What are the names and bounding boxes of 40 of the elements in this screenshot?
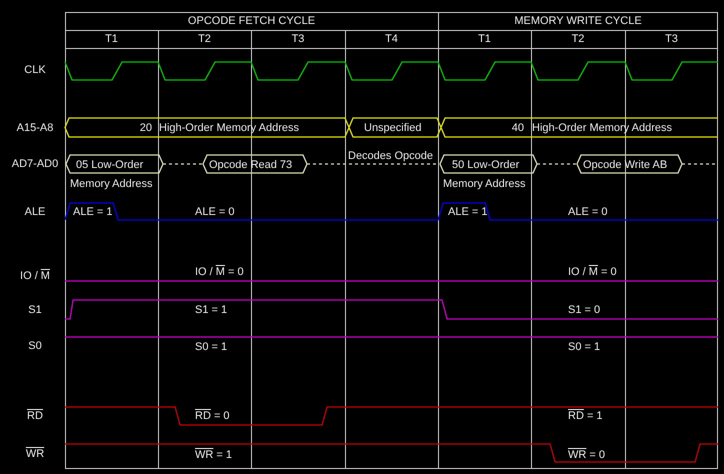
signal-value-label: 05 Low-Order xyxy=(76,158,144,172)
state-label: T3 xyxy=(665,32,678,46)
signal-value-label: IO / M = 0 xyxy=(568,265,617,279)
signal-value-label: IO / M = 0 xyxy=(195,265,244,279)
signal-name: RD xyxy=(27,409,43,423)
signal-value-label: Memory Address xyxy=(443,177,526,191)
signal-value-label: ALE = 1 xyxy=(448,205,488,219)
signal-value-label: ALE = 1 xyxy=(73,205,112,219)
signal-name: CLK xyxy=(24,63,46,77)
state-label: T1 xyxy=(105,32,118,46)
signal-name: IO / M xyxy=(20,269,50,283)
cycle-title: OPCODE FETCH CYCLE xyxy=(188,14,316,28)
signal-value-label: Memory Address xyxy=(70,177,153,191)
signal-value-label: S0 = 1 xyxy=(568,340,600,354)
signal-name: WR xyxy=(26,447,44,461)
signal-value-label: WR = 1 xyxy=(195,448,232,462)
signal-value-label: 40 xyxy=(512,121,524,135)
signal-value-label: 50 Low-Order xyxy=(452,158,520,172)
signal-name: ALE xyxy=(24,205,46,219)
signal-value-label: 20 xyxy=(140,121,152,135)
signal-value-label: ALE = 0 xyxy=(568,205,608,219)
signal-name: S0 xyxy=(28,339,42,353)
state-label: T2 xyxy=(198,32,211,46)
state-label: T1 xyxy=(478,32,491,46)
signal-value-label: Decodes Opcode xyxy=(348,149,433,163)
signal-value-label: S0 = 1 xyxy=(195,340,228,354)
signal-value-label: S1 = 0 xyxy=(568,303,600,317)
signal-name: S1 xyxy=(28,303,42,317)
state-label: T2 xyxy=(572,32,584,46)
signal-value-label: WR = 0 xyxy=(568,448,605,462)
state-label: T3 xyxy=(292,32,304,46)
signal-value-label: ALE = 0 xyxy=(195,205,234,219)
cycle-title: MEMORY WRITE CYCLE xyxy=(514,14,642,28)
signal-value-label: Unspecified xyxy=(364,121,422,135)
signal-value-label: S1 = 1 xyxy=(195,303,228,317)
signal-name: A15-A8 xyxy=(16,121,54,135)
signal-value-label: RD = 0 xyxy=(195,409,230,423)
signal-value-label: RD = 1 xyxy=(568,409,603,423)
state-label: T4 xyxy=(385,32,398,46)
signal-name: AD7-AD0 xyxy=(12,157,58,171)
